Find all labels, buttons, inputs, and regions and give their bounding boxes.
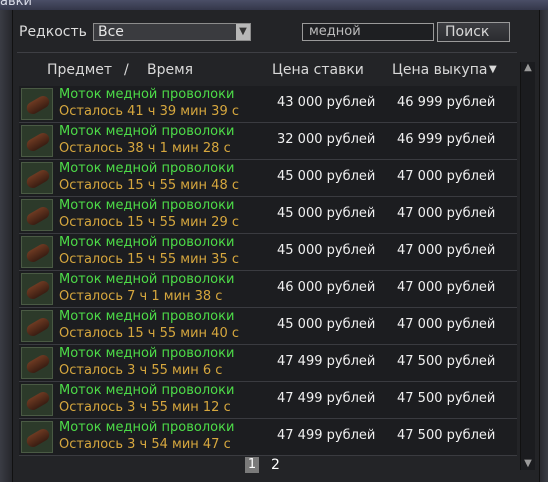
table-row[interactable]: Моток медной проволоки Осталось 3 ч 54 м…: [19, 419, 517, 456]
auction-list: Моток медной проволоки Осталось 41 ч 39 …: [19, 86, 517, 456]
buyout-price: 47 000 рублей: [397, 243, 496, 258]
time-left: Осталось 3 ч 55 мин 12 с: [59, 400, 231, 415]
time-left: Осталось 3 ч 55 мин 6 с: [59, 363, 223, 378]
chevron-down-icon[interactable]: ▼: [236, 24, 250, 40]
time-left: Осталось 38 ч 1 мин 28 с: [59, 141, 231, 156]
buyout-price: 47 500 рублей: [397, 354, 496, 369]
bid-price: 45 000 рублей: [277, 243, 376, 258]
table-row[interactable]: Моток медной проволоки Осталось 15 ч 55 …: [19, 308, 517, 345]
item-name: Моток медной проволоки: [59, 420, 235, 435]
bid-price: 45 000 рублей: [277, 169, 376, 184]
column-item[interactable]: Предмет: [47, 62, 112, 78]
wire-coil-icon: [21, 273, 53, 305]
rarity-label: Редкость: [19, 24, 87, 40]
buyout-price: 47 000 рублей: [397, 280, 496, 295]
page-1-button[interactable]: 1: [245, 457, 259, 473]
window-frame-left: [0, 10, 12, 482]
table-row[interactable]: Моток медной проволоки Осталось 15 ч 55 …: [19, 234, 517, 271]
time-left: Осталось 41 ч 39 мин 39 с: [59, 104, 239, 119]
scroll-up-icon[interactable]: ▲: [521, 62, 535, 74]
bid-price: 47 499 рублей: [277, 391, 376, 406]
time-left: Осталось 15 ч 55 мин 40 с: [59, 326, 239, 341]
bid-price: 45 000 рублей: [277, 317, 376, 332]
column-separator: /: [124, 62, 129, 78]
search-button[interactable]: Поиск: [437, 22, 510, 42]
time-left: Осталось 15 ч 55 мин 29 с: [59, 215, 239, 230]
wire-coil-icon: [21, 421, 53, 453]
item-name: Моток медной проволоки: [59, 309, 235, 324]
item-name: Моток медной проволоки: [59, 87, 235, 102]
bid-price: 45 000 рублей: [277, 206, 376, 221]
column-time[interactable]: Время: [147, 62, 193, 78]
item-name: Моток медной проволоки: [59, 272, 235, 287]
time-left: Осталось 7 ч 1 мин 38 с: [59, 289, 223, 304]
buyout-price: 47 000 рублей: [397, 317, 496, 332]
wire-coil-icon: [21, 88, 53, 120]
table-row[interactable]: Моток медной проволоки Осталось 38 ч 1 м…: [19, 123, 517, 160]
buyout-price: 47 000 рублей: [397, 206, 496, 221]
column-bid-price[interactable]: Цена ставки: [272, 62, 364, 78]
item-name: Моток медной проволоки: [59, 198, 235, 213]
table-row[interactable]: Моток медной проволоки Осталось 3 ч 55 м…: [19, 382, 517, 419]
bid-price: 32 000 рублей: [277, 132, 376, 147]
buyout-price: 47 500 рублей: [397, 391, 496, 406]
item-name: Моток медной проволоки: [59, 124, 235, 139]
window-title: авки: [0, 0, 32, 9]
auction-panel: Редкость Все ▼ медной Поиск Предмет / Вр…: [12, 10, 540, 482]
bid-price: 47 499 рублей: [277, 354, 376, 369]
time-left: Осталось 15 ч 55 мин 35 с: [59, 252, 239, 267]
wire-coil-icon: [21, 347, 53, 379]
item-name: Моток медной проволоки: [59, 346, 235, 361]
wire-coil-icon: [21, 384, 53, 416]
item-name: Моток медной проволоки: [59, 235, 235, 250]
table-header: Предмет / Время Цена ставки Цена выкупа …: [13, 62, 523, 80]
wire-coil-icon: [21, 236, 53, 268]
search-input[interactable]: медной: [302, 23, 434, 41]
table-row[interactable]: Моток медной проволоки Осталось 15 ч 55 …: [19, 197, 517, 234]
table-row[interactable]: Моток медной проволоки Осталось 15 ч 55 …: [19, 160, 517, 197]
column-buyout-price[interactable]: Цена выкупа: [392, 62, 487, 78]
bid-price: 43 000 рублей: [277, 95, 376, 110]
rarity-dropdown[interactable]: Все ▼: [93, 23, 251, 41]
bid-price: 47 499 рублей: [277, 428, 376, 443]
item-name: Моток медной проволоки: [59, 383, 235, 398]
buyout-price: 46 999 рублей: [397, 132, 496, 147]
scroll-down-icon[interactable]: ▼: [521, 458, 535, 470]
buyout-price: 47 500 рублей: [397, 428, 496, 443]
wire-coil-icon: [21, 199, 53, 231]
page-2-button[interactable]: 2: [271, 457, 280, 473]
wire-coil-icon: [21, 310, 53, 342]
wire-coil-icon: [21, 162, 53, 194]
buyout-price: 47 000 рублей: [397, 169, 496, 184]
table-row[interactable]: Моток медной проволоки Осталось 3 ч 55 м…: [19, 345, 517, 382]
item-name: Моток медной проволоки: [59, 161, 235, 176]
divider: [17, 52, 517, 53]
sort-desc-icon: ▼: [489, 64, 497, 75]
buyout-price: 46 999 рублей: [397, 95, 496, 110]
table-row[interactable]: Моток медной проволоки Осталось 41 ч 39 …: [19, 86, 517, 123]
table-row[interactable]: Моток медной проволоки Осталось 7 ч 1 ми…: [19, 271, 517, 308]
wire-coil-icon: [21, 125, 53, 157]
list-scrollbar[interactable]: ▲ ▼: [520, 62, 535, 470]
bid-price: 46 000 рублей: [277, 280, 376, 295]
rarity-value: Все: [98, 24, 124, 40]
time-left: Осталось 3 ч 54 мин 47 с: [59, 437, 231, 452]
time-left: Осталось 15 ч 55 мин 48 с: [59, 178, 239, 193]
